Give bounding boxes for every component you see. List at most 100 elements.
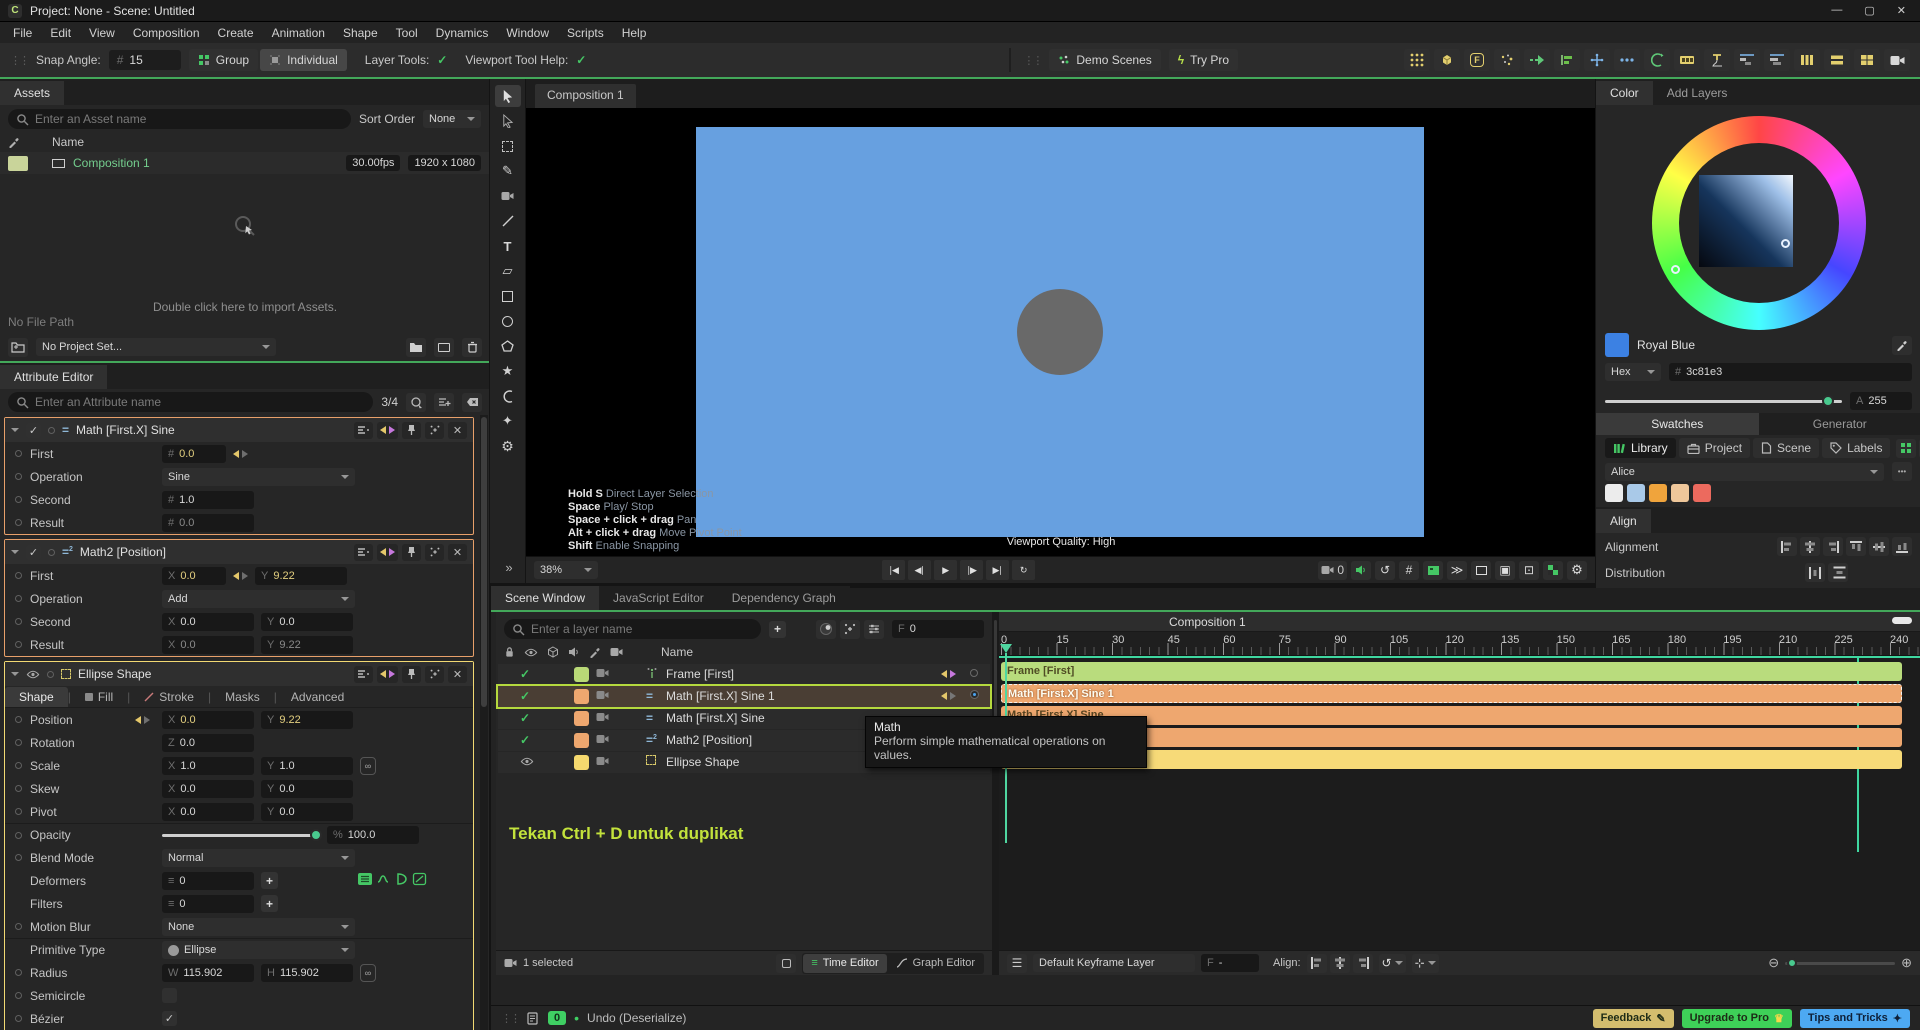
feedback-button[interactable]: Feedback ✎ [1592, 1008, 1674, 1028]
layer-enabled-check-icon[interactable]: ✓ [520, 733, 530, 747]
menu-scripts[interactable]: Scripts [558, 24, 613, 42]
tab-fill[interactable]: Fill [71, 687, 127, 707]
attribute-dot[interactable] [48, 548, 55, 556]
operation-select[interactable]: Add [162, 589, 355, 608]
zoom-in-icon[interactable]: ⊕ [1901, 955, 1912, 971]
swatch-1[interactable] [1627, 484, 1645, 502]
loop-button[interactable]: ↻ [1011, 560, 1035, 580]
result-field[interactable]: #0.0 [162, 513, 254, 532]
attribute-dot[interactable] [15, 450, 22, 457]
tool-pentagon[interactable] [495, 335, 521, 357]
lock-column-icon[interactable] [504, 646, 515, 658]
layer-enabled-check-icon[interactable]: ✓ [520, 689, 530, 703]
kf-align-right-button[interactable] [1352, 953, 1373, 973]
toolbar-rows-button[interactable] [1824, 49, 1850, 71]
attribute-dot[interactable] [15, 572, 22, 579]
toolbar-layer-stagger-button[interactable] [1734, 49, 1760, 71]
toolbar-dashed-arrow-button[interactable] [1524, 49, 1550, 71]
settings-button[interactable]: ⚙ [1567, 560, 1587, 580]
zoom-out-icon[interactable]: ⊖ [1768, 955, 1779, 971]
deform-d-button[interactable] [394, 872, 409, 889]
layer-camera-toggle[interactable] [596, 734, 609, 744]
skew-field[interactable]: X 0.0 [162, 779, 254, 798]
deform-graph-button[interactable] [412, 872, 427, 889]
keyframe-arrows[interactable] [233, 571, 248, 580]
hex-input[interactable]: #3c81e3 [1669, 363, 1912, 381]
tab-masks[interactable]: Masks [211, 687, 274, 707]
menu-edit[interactable]: Edit [41, 24, 80, 42]
attribute-dot[interactable] [15, 595, 22, 602]
attribute-dot[interactable] [15, 473, 22, 480]
tab-add-layers[interactable]: Add Layers [1652, 81, 1742, 105]
maximize-button[interactable]: ▢ [1864, 4, 1874, 17]
eye-column-icon[interactable] [524, 646, 538, 659]
hierarchy-button[interactable] [354, 665, 373, 683]
tab-attribute-editor[interactable]: Attribute Editor [0, 365, 108, 389]
enabled-checkbox[interactable]: ✓ [26, 544, 41, 560]
tools-expand-button[interactable]: » [492, 560, 526, 575]
upgrade-to-pro-button[interactable]: Upgrade to Pro ♛ [1681, 1008, 1792, 1028]
toolbar-cube-button[interactable] [1434, 49, 1460, 71]
layer-radio[interactable] [970, 669, 978, 677]
playhead-marker[interactable] [1000, 644, 1012, 653]
tab-advanced[interactable]: Advanced [277, 687, 358, 707]
layer-visibility-eye-icon[interactable] [520, 755, 534, 768]
panel-splitter[interactable] [992, 612, 999, 975]
filters-count[interactable]: ≡ 0 [162, 894, 254, 913]
toolbar-scatter-button[interactable] [1494, 49, 1520, 71]
layer-row-frame-first[interactable]: ✓ Frame [First] [498, 664, 990, 685]
tab-javascript-editor[interactable]: JavaScript Editor [599, 586, 718, 610]
kf-align-left-button[interactable] [1306, 953, 1327, 973]
layer-tools-check-icon[interactable]: ✓ [437, 53, 447, 67]
collapse-chevron-icon[interactable] [11, 672, 19, 676]
sort-order-select[interactable]: None [423, 110, 481, 128]
tool-line[interactable] [495, 210, 521, 232]
current-color-swatch[interactable] [1605, 333, 1629, 357]
subtab-generator[interactable]: Generator [1758, 413, 1920, 435]
message-count-badge[interactable]: 0 [548, 1011, 567, 1025]
step-forward-button[interactable]: ∣▶ [959, 560, 983, 580]
align-top-button[interactable] [1846, 537, 1866, 556]
menu-tool[interactable]: Tool [387, 24, 427, 42]
solo-toggle-button[interactable] [776, 953, 797, 973]
asset-search-input[interactable]: Enter an Asset name [8, 109, 351, 129]
attribute-dot[interactable] [15, 808, 22, 815]
layer-keyframe-arrows[interactable] [941, 692, 956, 700]
keyframe-nav-button[interactable] [377, 543, 398, 561]
swatch-2[interactable] [1649, 484, 1667, 502]
close-button[interactable]: ✕ [448, 421, 467, 439]
scale-field[interactable]: Y 1.0 [261, 756, 353, 775]
project-folder-button[interactable] [8, 337, 28, 357]
toolbar-camera-button[interactable] [1884, 49, 1910, 71]
tool-direct-select[interactable] [495, 110, 521, 132]
dropper-column-icon[interactable] [589, 646, 601, 658]
rotation-field[interactable]: Z 0.0 [162, 733, 254, 752]
swatch-3[interactable] [1671, 484, 1689, 502]
sv-picker-handle[interactable] [1781, 239, 1790, 248]
align-left-button[interactable] [1777, 537, 1797, 556]
section-header-ellipse-shape[interactable]: Ellipse Shape ✕ [5, 662, 473, 686]
console-icon[interactable] [527, 1011, 540, 1025]
tab-shape[interactable]: Shape [5, 686, 68, 707]
semicircle-checkbox[interactable] [162, 988, 177, 1003]
timeline-bar-frame-first[interactable]: Frame [First] [1001, 662, 1902, 681]
tool-arc[interactable] [495, 385, 521, 407]
composition-name[interactable]: Composition 1 [73, 156, 150, 170]
retime-button[interactable]: ↺ [1378, 953, 1406, 973]
hierarchy-button[interactable] [354, 421, 373, 439]
resolution-button[interactable] [1423, 560, 1443, 580]
ellipse-shape[interactable] [1017, 289, 1103, 375]
result-field[interactable]: X 0.0 [162, 635, 254, 654]
layer-color-swatch[interactable] [574, 711, 589, 726]
group-button[interactable]: Group [188, 49, 259, 71]
demo-scenes-button[interactable]: Demo Scenes [1049, 49, 1161, 71]
layer-enabled-check-icon[interactable]: ✓ [520, 667, 530, 681]
grid-view-button[interactable] [1896, 438, 1917, 458]
tool-select[interactable] [494, 85, 521, 107]
tool-sparkle[interactable]: ✦ [495, 410, 521, 432]
time-editor-button[interactable]: ≡ Time Editor [803, 953, 887, 973]
pivot-field[interactable]: X 0.0 [162, 802, 254, 821]
link-icon[interactable]: ∞ [360, 963, 376, 982]
library-tab-project[interactable]: Project [1678, 438, 1751, 458]
link-icon[interactable]: ∞ [360, 756, 376, 775]
